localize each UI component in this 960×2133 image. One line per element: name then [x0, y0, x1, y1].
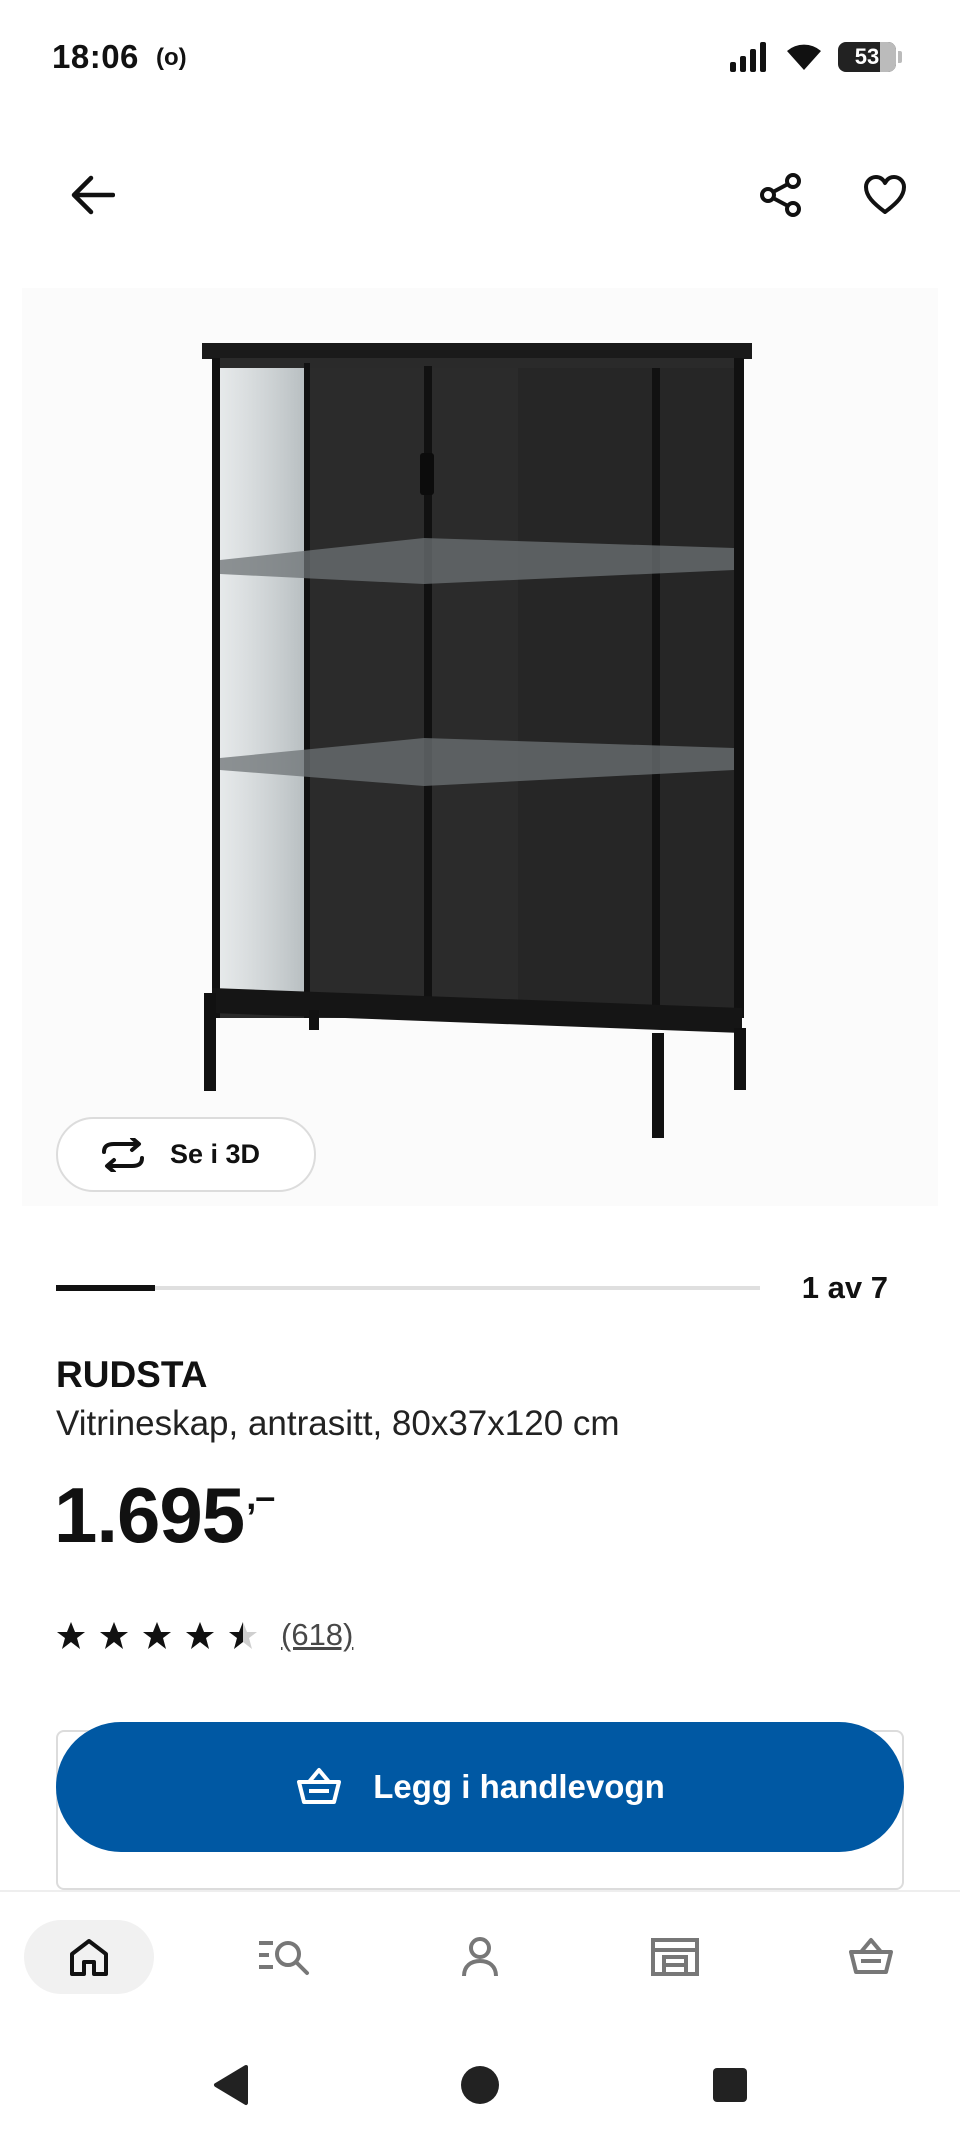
circle-home-icon	[461, 2066, 499, 2104]
share-button[interactable]	[746, 160, 816, 230]
back-button[interactable]	[58, 160, 128, 230]
product-description: Vitrineskap, antrasitt, 80x37x120 cm	[56, 1404, 620, 1443]
star-full-icon	[100, 1621, 128, 1649]
status-time: 18:06	[52, 38, 139, 75]
rotate-3d-icon	[102, 1137, 144, 1172]
product-image[interactable]	[22, 288, 938, 1206]
heart-icon	[864, 175, 906, 214]
basket-icon	[849, 1938, 893, 1974]
share-icon	[760, 173, 801, 217]
gallery-progress-bar	[56, 1285, 760, 1291]
signal-icon	[730, 42, 766, 72]
nav-home[interactable]	[24, 1920, 154, 1994]
home-icon	[70, 1939, 108, 1976]
product-name: RUDSTA	[56, 1354, 208, 1395]
battery-icon: 53	[838, 42, 902, 72]
rating-stars	[56, 1621, 258, 1650]
battery-percent: 53	[854, 44, 880, 69]
triangle-back-icon	[214, 2065, 248, 2105]
product-price: 1.695,–	[54, 1470, 275, 1561]
profile-icon	[462, 1937, 498, 1977]
nav-basket[interactable]	[806, 1920, 936, 1994]
wifi-icon	[787, 44, 821, 70]
glass-cabinet-image	[202, 343, 752, 1138]
system-recents-button[interactable]	[700, 2055, 760, 2115]
bottom-navigation	[0, 1890, 960, 2025]
add-to-cart-label: Legg i handlevogn	[373, 1768, 665, 1805]
square-recents-icon	[713, 2068, 747, 2102]
nav-profile[interactable]	[415, 1920, 545, 1994]
system-back-button[interactable]	[200, 2055, 260, 2115]
gallery-progress-fill	[56, 1285, 155, 1291]
star-half-icon	[229, 1621, 257, 1649]
add-to-cart-button[interactable]: Legg i handlevogn	[56, 1722, 904, 1852]
star-full-icon	[186, 1621, 214, 1649]
radio-indicator: (o)	[156, 44, 187, 71]
system-navigation	[0, 2025, 960, 2133]
gallery-position: 1 av 7	[801, 1270, 888, 1305]
view-3d-button[interactable]: Se i 3D	[56, 1117, 316, 1192]
status-icons: 53	[730, 42, 902, 72]
price-main: 1.695	[54, 1471, 245, 1559]
store-icon	[651, 1938, 699, 1976]
view-3d-label: Se i 3D	[170, 1139, 261, 1169]
star-full-icon	[57, 1621, 85, 1649]
basket-icon	[297, 1768, 342, 1804]
product-rating[interactable]: (618)	[56, 1617, 353, 1653]
favorite-button[interactable]	[850, 160, 920, 230]
back-arrow-icon	[71, 175, 115, 215]
nav-store[interactable]	[610, 1920, 740, 1994]
nav-search[interactable]	[219, 1920, 349, 1994]
rating-count[interactable]: (618)	[281, 1617, 353, 1653]
system-home-button[interactable]	[450, 2055, 510, 2115]
search-list-icon	[259, 1941, 309, 1975]
price-suffix: ,–	[246, 1476, 275, 1517]
status-bar: 18:06 (o) 53	[0, 0, 960, 120]
star-full-icon	[143, 1621, 171, 1649]
